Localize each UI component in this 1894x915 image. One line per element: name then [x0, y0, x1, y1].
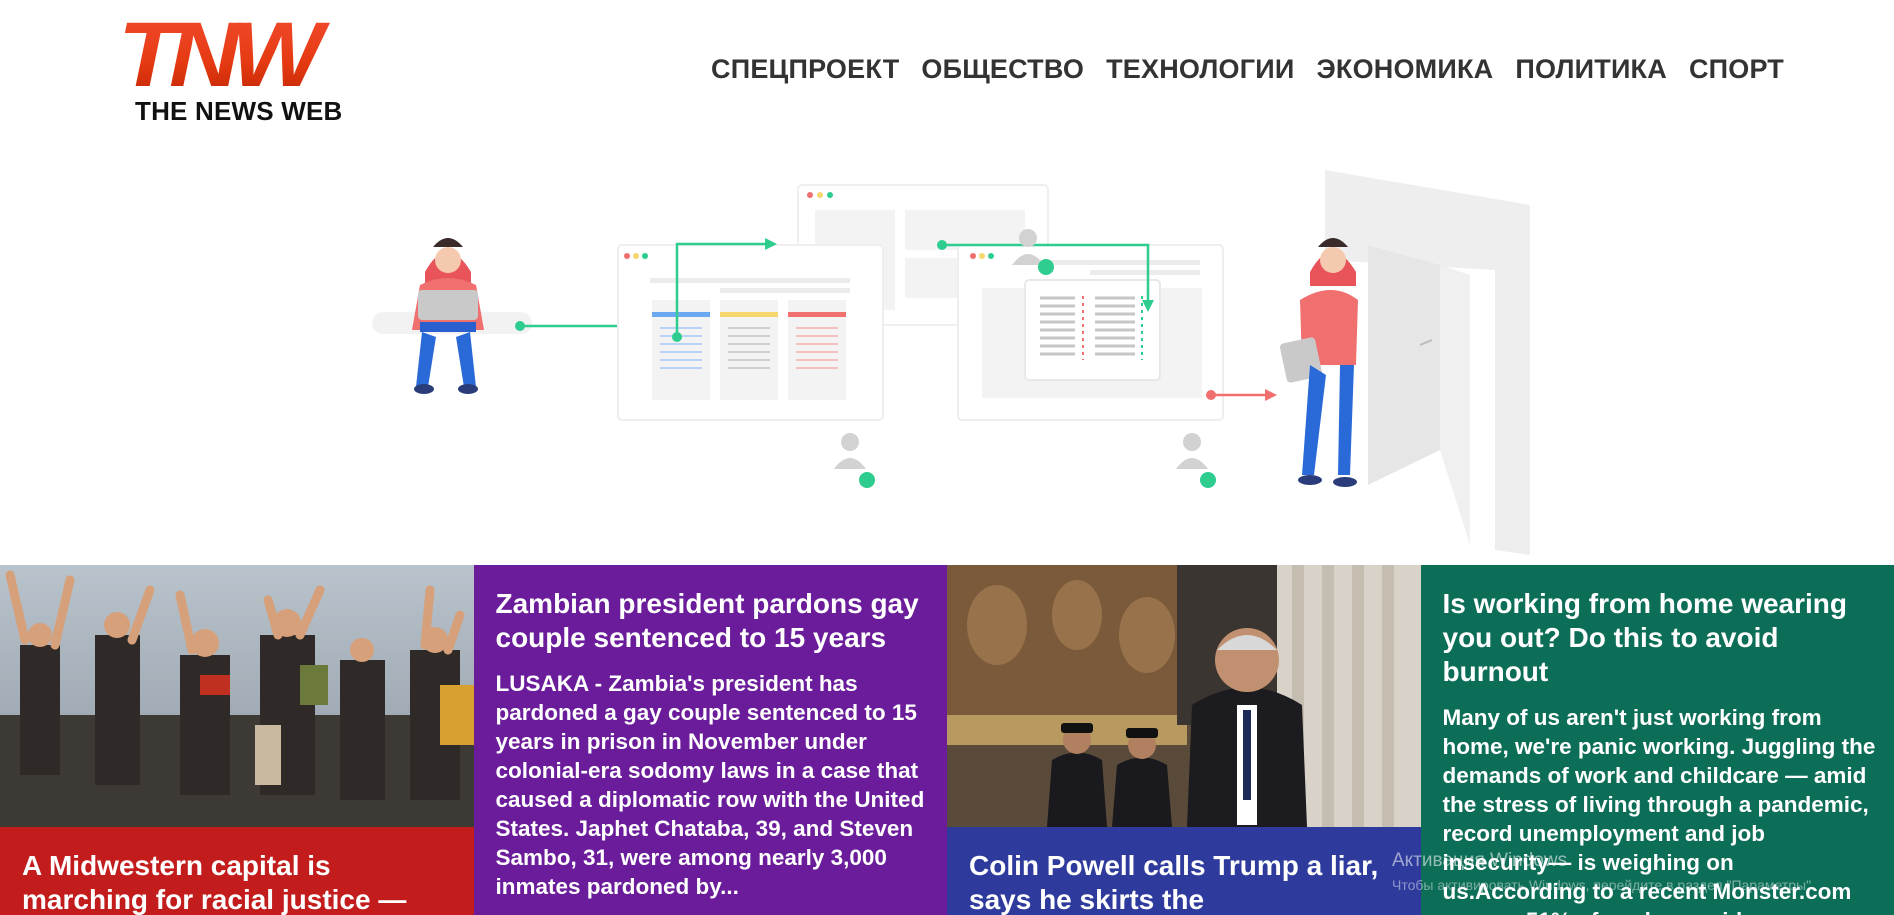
nav-item-economy[interactable]: ЭКОНОМИКА [1316, 54, 1493, 85]
site-logo[interactable]: TNW THE NEWS WEB [118, 9, 344, 128]
article-card-3[interactable]: Colin Powell calls Trump a liar, says he… [947, 565, 1421, 915]
logo-mark: TNW [118, 9, 358, 101]
article-3-title[interactable]: Colin Powell calls Trump a liar, says he… [969, 849, 1399, 915]
hero-illustration [0, 150, 1894, 565]
nav-item-society[interactable]: ОБЩЕСТВО [921, 54, 1084, 85]
article-1-photo[interactable] [0, 565, 474, 827]
nav-item-politics[interactable]: ПОЛИТИКА [1515, 54, 1667, 85]
site-header: TNW THE NEWS WEB СПЕЦПРОЕКТ ОБЩЕСТВО ТЕХ… [0, 0, 1894, 150]
article-2-title[interactable]: Zambian president pardons gay couple sen… [496, 587, 930, 655]
protest-crowd-photo [0, 565, 474, 827]
capitol-official-photo [947, 565, 1421, 827]
windows-activation-watermark: Активация Windows [1392, 850, 1568, 871]
person-standing-figure [1279, 238, 1358, 487]
article-1-title[interactable]: A Midwestern capital is marching for rac… [22, 849, 452, 915]
article-3-caption: Colin Powell calls Trump a liar, says he… [947, 827, 1421, 915]
article-3-photo[interactable] [947, 565, 1421, 827]
person-with-laptop-figure [412, 238, 484, 394]
windows-activation-hint: Чтобы активировать Windows, перейдите в … [1392, 877, 1815, 893]
featured-articles: A Midwestern capital is marching for rac… [0, 565, 1894, 915]
logo-text: THE NEWS WEB [135, 96, 343, 126]
main-nav: СПЕЦПРОЕКТ ОБЩЕСТВО ТЕХНОЛОГИИ ЭКОНОМИКА… [711, 54, 1784, 85]
article-2-excerpt: LUSAKA - Zambia's president has pardoned… [495, 671, 925, 899]
nav-item-sport[interactable]: СПОРТ [1689, 54, 1784, 85]
article-4-title[interactable]: Is working from home wearing you out? Do… [1443, 587, 1877, 689]
article-card-1[interactable]: A Midwestern capital is marching for rac… [0, 565, 474, 915]
nav-item-special[interactable]: СПЕЦПРОЕКТ [711, 54, 899, 85]
nav-item-technology[interactable]: ТЕХНОЛОГИИ [1106, 54, 1294, 85]
article-card-2[interactable]: Zambian president pardons gay couple sen… [473, 565, 947, 915]
workflow-illustration [372, 170, 1530, 555]
article-1-caption: A Midwestern capital is marching for rac… [0, 827, 474, 915]
